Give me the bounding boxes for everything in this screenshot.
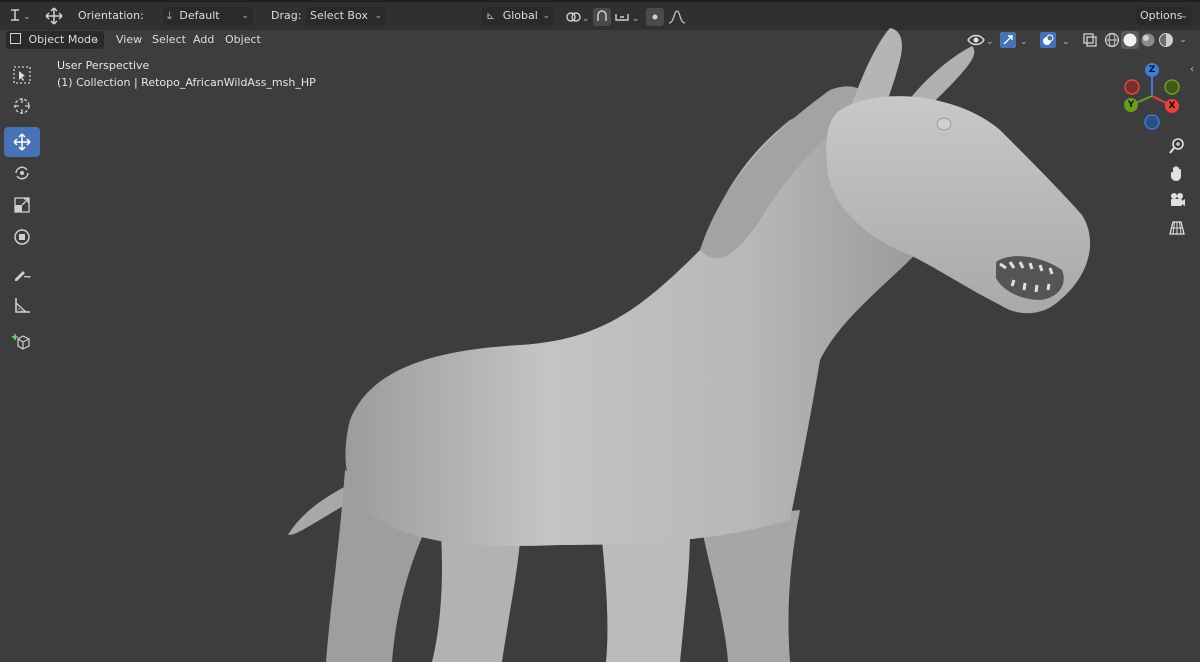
tool-annotate[interactable] [4, 258, 40, 288]
cursor-icon [14, 98, 30, 114]
zoom-button[interactable] [1166, 135, 1188, 157]
camera-view-button[interactable] [1166, 189, 1188, 211]
viewport-collection-label: (1) Collection | Retopo_AfricanWildAss_m… [57, 76, 316, 89]
pan-button[interactable] [1166, 162, 1188, 184]
transform-icon [14, 229, 30, 245]
camera-icon [1171, 193, 1185, 206]
rotate-icon [15, 166, 29, 180]
donkey-model [288, 28, 1091, 662]
tool-add-cube[interactable] [4, 327, 40, 357]
perspective-toggle-button[interactable] [1166, 217, 1188, 239]
tool-move[interactable] [4, 127, 40, 157]
viewport-perspective-label: User Perspective [57, 59, 150, 72]
gizmo-x-axis[interactable]: X [1165, 99, 1179, 113]
tool-measure[interactable] [4, 290, 40, 320]
gizmo-z-axis[interactable]: Z [1145, 63, 1159, 77]
tool-scale[interactable] [4, 190, 40, 220]
move-icon [13, 133, 31, 151]
tool-rotate[interactable] [4, 158, 40, 188]
tool-cursor[interactable] [4, 91, 40, 121]
tool-transform[interactable] [4, 222, 40, 252]
perspective-grid-icon [1169, 221, 1185, 235]
sidebar-toggle-chevron-icon[interactable]: ‹ [1190, 64, 1194, 75]
measure-icon [15, 298, 30, 313]
add-cube-icon [12, 334, 30, 350]
pan-hand-icon [1171, 166, 1181, 181]
select-box-icon [13, 66, 31, 84]
tool-select-box[interactable] [4, 60, 40, 90]
gizmo-y-axis[interactable]: Y [1124, 98, 1138, 112]
scale-icon [14, 197, 30, 213]
annotate-icon [15, 271, 31, 281]
zoom-icon [1169, 138, 1184, 154]
